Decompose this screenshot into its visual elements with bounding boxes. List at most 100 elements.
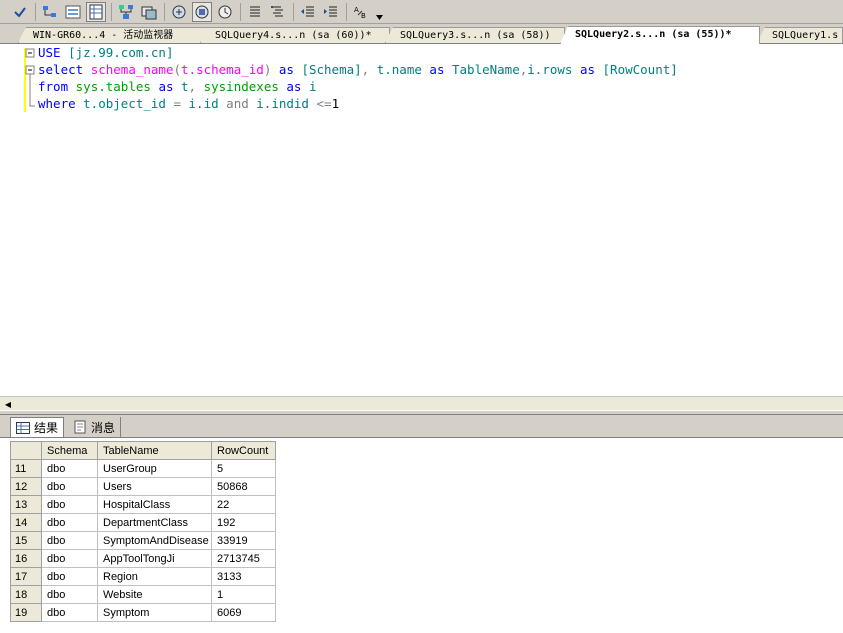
tab-results[interactable]: 结果 xyxy=(10,417,65,437)
cell-rowcount[interactable]: 192 xyxy=(211,513,276,532)
table-row[interactable]: 18 dbo Website 1 xyxy=(10,585,276,604)
table-row[interactable]: 12 dbo Users 50868 xyxy=(10,477,276,496)
result-tabs: 结果 消息 xyxy=(0,415,843,437)
code-line[interactable]: where t.object_id = i.id and i.indid <=1 xyxy=(38,95,678,112)
cell-tablename[interactable]: Website xyxy=(97,585,212,604)
code-token: , xyxy=(361,62,377,77)
comment-icon[interactable] xyxy=(245,2,265,22)
cell-tablename[interactable]: DepartmentClass xyxy=(97,513,212,532)
svg-text:B: B xyxy=(361,12,366,20)
code-token: as xyxy=(278,62,302,77)
cell-schema[interactable]: dbo xyxy=(41,549,98,568)
row-number[interactable]: 19 xyxy=(10,603,42,622)
code-token: as xyxy=(429,62,452,77)
tab-sqlquery3[interactable]: SQLQuery3.s...n (sa (58)) xyxy=(385,27,565,43)
cell-schema[interactable]: dbo xyxy=(41,531,98,550)
grid-corner[interactable] xyxy=(10,441,42,460)
cell-schema[interactable]: dbo xyxy=(41,585,98,604)
query-options-icon[interactable] xyxy=(215,2,235,22)
cell-tablename[interactable]: UserGroup xyxy=(97,459,212,478)
specify-values-icon[interactable]: AB xyxy=(351,2,371,22)
row-number[interactable]: 17 xyxy=(10,567,42,586)
display-plan-icon[interactable] xyxy=(40,2,60,22)
code-token: i xyxy=(308,79,317,94)
code-line[interactable]: USE [jz.99.com.cn] xyxy=(38,44,678,61)
code-token: from xyxy=(38,79,76,94)
column-header-tablename[interactable]: TableName xyxy=(97,441,212,460)
scroll-left-icon[interactable]: ◀ xyxy=(2,398,14,410)
tab-sqlquery4[interactable]: SQLQuery4.s...n (sa (60))* xyxy=(200,27,390,43)
column-header-rowcount[interactable]: RowCount xyxy=(211,441,276,460)
cell-tablename[interactable]: AppToolTongJi xyxy=(97,549,212,568)
query-toolbar: AB xyxy=(0,0,843,24)
table-row[interactable]: 11 dbo UserGroup 5 xyxy=(10,459,276,478)
tab-sqlquery2[interactable]: SQLQuery2.s...n (sa (55))* xyxy=(560,26,760,44)
cell-tablename[interactable]: Region xyxy=(97,567,212,586)
code-token: 1 xyxy=(331,96,340,111)
code-token: schema_name xyxy=(90,62,174,77)
row-number[interactable]: 15 xyxy=(10,531,42,550)
tab-sqlquery1[interactable]: SQLQuery1.s xyxy=(757,27,843,43)
cell-tablename[interactable]: SymptomAndDisease xyxy=(97,531,212,550)
code-line[interactable]: select schema_name(t.schema_id) as [Sche… xyxy=(38,61,678,78)
cell-tablename[interactable]: Symptom xyxy=(97,603,212,622)
cell-rowcount[interactable]: 1 xyxy=(211,585,276,604)
document-tabs: WIN-GR60...4 - 活动监视器 SQLQuery4.s...n (sa… xyxy=(0,25,843,44)
cell-rowcount[interactable]: 6069 xyxy=(211,603,276,622)
query-editor[interactable]: USE [jz.99.com.cn] select schema_name(t.s… xyxy=(0,44,843,396)
cell-tablename[interactable]: HospitalClass xyxy=(97,495,212,514)
cell-schema[interactable]: dbo xyxy=(41,567,98,586)
editor-horizontal-scrollbar[interactable]: ◀ xyxy=(0,396,843,410)
outline-collapse-icon[interactable] xyxy=(25,48,35,112)
query-designer-icon[interactable] xyxy=(63,2,83,22)
cell-rowcount[interactable]: 3133 xyxy=(211,567,276,586)
row-number[interactable]: 13 xyxy=(10,495,42,514)
row-number[interactable]: 12 xyxy=(10,477,42,496)
row-number[interactable]: 16 xyxy=(10,549,42,568)
cell-schema[interactable]: dbo xyxy=(41,513,98,532)
cell-schema[interactable]: dbo xyxy=(41,459,98,478)
results-to-text-icon[interactable] xyxy=(169,2,189,22)
row-number[interactable]: 11 xyxy=(10,459,42,478)
tab-messages[interactable]: 消息 xyxy=(68,417,122,437)
code-token: t xyxy=(181,79,189,94)
column-header-schema[interactable]: Schema xyxy=(41,441,98,460)
sql-code[interactable]: USE [jz.99.com.cn] select schema_name(t.s… xyxy=(38,44,678,112)
cell-rowcount[interactable]: 2713745 xyxy=(211,549,276,568)
client-stats-icon[interactable] xyxy=(139,2,159,22)
table-row[interactable]: 17 dbo Region 3133 xyxy=(10,567,276,586)
cell-rowcount[interactable]: 33919 xyxy=(211,531,276,550)
table-row[interactable]: 16 dbo AppToolTongJi 2713745 xyxy=(10,549,276,568)
toolbar-overflow-chevron-icon[interactable] xyxy=(375,3,384,21)
row-number[interactable]: 14 xyxy=(10,513,42,532)
toolbar-separator xyxy=(164,2,165,21)
table-row[interactable]: 14 dbo DepartmentClass 192 xyxy=(10,513,276,532)
include-plan-icon[interactable] xyxy=(116,2,136,22)
code-token: TableName xyxy=(452,62,520,77)
cell-schema[interactable]: dbo xyxy=(41,477,98,496)
code-token: as xyxy=(579,62,603,77)
table-row[interactable]: 13 dbo HospitalClass 22 xyxy=(10,495,276,514)
increase-indent-icon[interactable] xyxy=(321,2,341,22)
cell-rowcount[interactable]: 22 xyxy=(211,495,276,514)
results-to-file-icon[interactable] xyxy=(192,1,212,22)
decrease-indent-icon[interactable] xyxy=(298,2,318,22)
results-to-grid-icon[interactable] xyxy=(86,1,106,22)
cell-rowcount[interactable]: 50868 xyxy=(211,477,276,496)
tab-results-label: 结果 xyxy=(34,421,59,435)
table-row[interactable]: 19 dbo Symptom 6069 xyxy=(10,603,276,622)
cell-schema[interactable]: dbo xyxy=(41,603,98,622)
tab-activity-monitor[interactable]: WIN-GR60...4 - 活动监视器 xyxy=(18,27,208,43)
cell-tablename[interactable]: Users xyxy=(97,477,212,496)
parse-icon[interactable] xyxy=(10,2,30,22)
uncomment-icon[interactable] xyxy=(268,2,288,22)
results-grid[interactable]: Schema TableName RowCount 11 dbo UserGroup… xyxy=(0,437,843,633)
table-row[interactable]: 15 dbo SymptomAndDisease 33919 xyxy=(10,531,276,550)
svg-text:A: A xyxy=(354,6,359,14)
code-line[interactable]: from sys.tables as t, sysindexes as i xyxy=(38,78,678,95)
row-number[interactable]: 18 xyxy=(10,585,42,604)
toolbar-separator xyxy=(240,2,241,21)
code-token: i.id xyxy=(188,96,227,111)
cell-rowcount[interactable]: 5 xyxy=(211,459,276,478)
cell-schema[interactable]: dbo xyxy=(41,495,98,514)
